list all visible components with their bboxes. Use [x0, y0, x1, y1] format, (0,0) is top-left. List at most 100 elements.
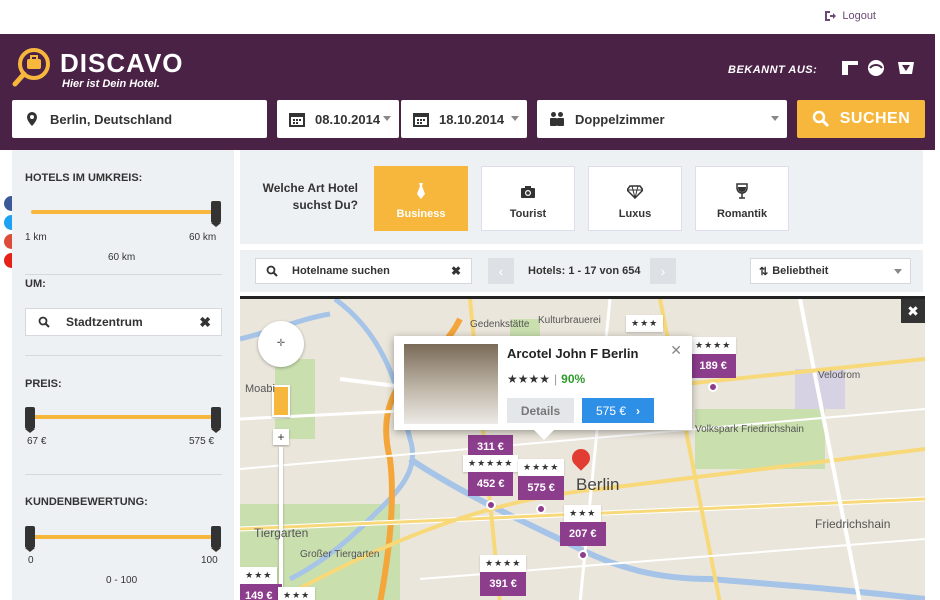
map-label: Tiergarten [254, 526, 309, 540]
hotel-marker[interactable]: ★★★★ 391 € [480, 555, 527, 596]
radius-value: 60 km [108, 252, 136, 263]
logout-label: Logout [842, 10, 876, 22]
marker-stars: ★★★ [626, 315, 664, 332]
price-button[interactable]: 575 € › [582, 398, 654, 423]
sidebar-filters: HOTELS IM UMKREIS: 1 km 60 km 60 km UM: … [12, 150, 234, 600]
type-card-romantik[interactable]: Romantik [695, 166, 789, 231]
logout-link[interactable]: Logout [824, 10, 876, 22]
close-icon: ✖ [907, 302, 919, 319]
popup-hotel-name: Arcotel John F Berlin [507, 346, 639, 361]
radius-slider-track[interactable] [31, 210, 216, 214]
hotel-name-search[interactable]: Hotelname suchen ✖ [255, 258, 472, 284]
type-card-luxus[interactable]: Luxus [588, 166, 682, 231]
hotel-marker[interactable]: ★★★ 207 € [560, 505, 606, 560]
room-type-select[interactable]: Doppelzimmer [537, 100, 787, 138]
close-map-button[interactable]: ✖ [901, 299, 925, 323]
search-icon [38, 316, 50, 328]
checkin-field[interactable]: 08.10.2014 [277, 100, 399, 138]
wine-glass-icon [736, 183, 748, 199]
search-button[interactable]: SUCHEN [797, 100, 925, 138]
rating-slider-min-handle[interactable] [25, 526, 35, 552]
around-input[interactable]: Stadtzentrum ✖ [25, 308, 222, 336]
chevron-down-icon [511, 116, 519, 121]
top-bar: Logout [0, 0, 940, 34]
close-icon: ✕ [670, 342, 682, 358]
divider [25, 355, 222, 356]
map-label: Kulturbrauerei [538, 315, 601, 326]
price-slider-max-handle[interactable] [211, 407, 221, 433]
hotel-type-panel: Welche Art Hotel suchst Du? Business Tou… [240, 150, 923, 244]
type-card-tourist[interactable]: Tourist [481, 166, 575, 231]
marker-price: 391 € [480, 572, 526, 596]
media-logo-3-icon [898, 62, 914, 74]
search-icon [812, 110, 829, 128]
checkout-field[interactable]: 18.10.2014 [401, 100, 527, 138]
clear-icon[interactable]: ✖ [199, 314, 211, 331]
logo-suitcase-icon [12, 48, 50, 87]
chevron-right-icon: › [660, 263, 666, 279]
search-icon [266, 265, 278, 277]
calendar-icon [413, 113, 429, 127]
room-type-value: Doppelzimmer [575, 111, 665, 127]
radius-label: HOTELS IM UMKREIS: [25, 172, 143, 184]
map-label: Großer Tiergarten [300, 549, 380, 560]
popup-close-button[interactable]: ✕ [670, 342, 682, 359]
media-logo-1-icon [842, 61, 858, 75]
rating-slider-track[interactable] [31, 535, 216, 539]
diamond-icon [627, 185, 643, 199]
chevron-right-icon: › [636, 403, 641, 418]
sort-select[interactable]: ⇅ Beliebtheit [750, 258, 911, 284]
price-label: PREIS: [25, 378, 62, 390]
radius-max: 60 km [189, 232, 217, 243]
hotel-marker[interactable]: ★★★★ 189 € [690, 337, 737, 392]
hotel-marker[interactable]: ★★★★ 575 € [518, 459, 565, 514]
results-toolbar: Hotelname suchen ✖ ‹ Hotels: 1 - 17 von … [240, 250, 923, 292]
marker-price: 207 € [560, 522, 606, 546]
map-label: Berlin [576, 475, 620, 494]
prev-page-button[interactable]: ‹ [488, 258, 514, 284]
divider [25, 474, 222, 475]
map-label: Velodrom [818, 370, 861, 381]
details-button[interactable]: Details [507, 398, 574, 423]
type-label: Business [396, 208, 446, 220]
media-logo-2-icon [868, 60, 884, 76]
marker-stars: ★★★★ [518, 459, 565, 476]
brand-name: DISCAVO [60, 48, 184, 78]
hotel-popup: Arcotel John F Berlin ✕ ★★★★ | 90% Detai… [394, 336, 692, 440]
zoom-in-button[interactable]: + [273, 429, 289, 445]
map-pan-control[interactable]: ✛ [258, 321, 304, 367]
price-slider-min-handle[interactable] [25, 407, 35, 433]
rating-slider-max-handle[interactable] [211, 526, 221, 552]
type-label: Luxus [618, 208, 652, 220]
type-label: Tourist [509, 208, 547, 220]
known-from-label: BEKANNT AUS: [728, 64, 818, 76]
search-button-label: SUCHEN [839, 110, 911, 127]
checkin-value: 08.10.2014 [315, 111, 381, 127]
hotel-marker[interactable]: ★★★ [626, 315, 664, 332]
radius-slider-handle[interactable] [211, 201, 221, 227]
price-max: 575 € [189, 436, 215, 447]
popup-stars: ★★★★ [507, 372, 551, 386]
map-label: Friedrichshain [815, 517, 891, 531]
location-field[interactable]: Berlin, Deutschland [12, 100, 267, 138]
type-card-business[interactable]: Business [374, 166, 468, 231]
marker-stars: ★★★★ [690, 337, 737, 354]
marker-pin [708, 382, 719, 392]
hotel-name-placeholder: Hotelname suchen [292, 265, 390, 277]
clear-icon[interactable]: ✖ [451, 264, 461, 278]
rating-value: 0 - 100 [106, 575, 138, 586]
map-label: Gedenkstätte [470, 319, 530, 330]
hotel-marker[interactable]: ★★★★★ 452 € [463, 455, 519, 510]
hotel-marker[interactable]: ★★★ [278, 587, 316, 600]
location-value: Berlin, Deutschland [50, 111, 173, 127]
chevron-left-icon: ‹ [498, 263, 504, 279]
around-value: Stadtzentrum [66, 315, 143, 329]
next-page-button[interactable]: › [650, 258, 676, 284]
tie-icon [417, 183, 425, 199]
chevron-down-icon [771, 116, 779, 121]
brand-tagline: Hier ist Dein Hotel. [62, 78, 160, 90]
location-pin-icon [27, 112, 37, 126]
hotel-marker[interactable]: ★★★ 149 € [240, 567, 282, 600]
price-slider-track[interactable] [31, 415, 216, 419]
marker-pin [485, 500, 496, 510]
